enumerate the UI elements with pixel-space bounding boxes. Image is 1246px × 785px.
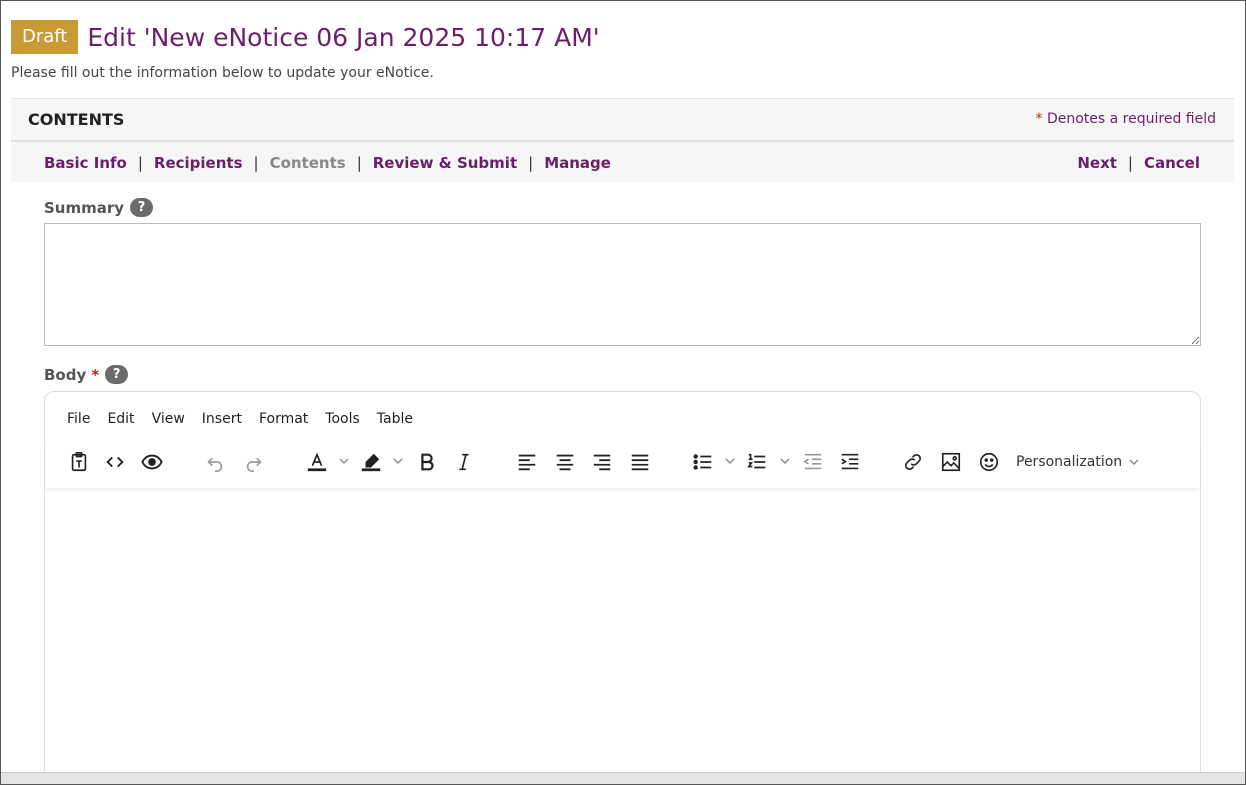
align-right-icon[interactable] <box>588 449 616 475</box>
preview-eye-icon[interactable] <box>138 449 166 475</box>
section-header: CONTENTS * Denotes a required field <box>11 99 1234 142</box>
redo-icon[interactable] <box>240 449 268 475</box>
body-label: Body * ? <box>44 365 129 384</box>
step-basic-info[interactable]: Basic Info <box>44 154 127 172</box>
step-navigation: Basic Info | Recipients | Contents | Rev… <box>44 154 611 172</box>
bullet-list-chevron-down-icon[interactable] <box>724 455 736 467</box>
next-button[interactable]: Next <box>1077 154 1117 172</box>
italic-icon[interactable] <box>450 449 478 475</box>
page-title: Edit 'New eNotice 06 Jan 2025 10:17 AM' <box>87 22 600 52</box>
outdent-icon[interactable] <box>799 449 827 475</box>
editor-menubar: File Edit View Insert Format Tools Table <box>67 411 430 427</box>
text-color-chevron-down-icon[interactable] <box>338 455 350 467</box>
align-left-icon[interactable] <box>513 449 541 475</box>
step-separator: | <box>528 154 534 172</box>
summary-label: Summary ? <box>44 198 154 217</box>
highlight-chevron-down-icon[interactable] <box>392 455 404 467</box>
paste-text-icon[interactable] <box>65 449 93 475</box>
text-color-icon[interactable] <box>303 449 331 475</box>
required-star: * <box>1035 111 1043 127</box>
personalization-dropdown[interactable]: Personalization <box>1016 454 1140 470</box>
form-actions: Next | Cancel <box>1077 154 1200 172</box>
link-icon[interactable] <box>899 449 927 475</box>
step-manage[interactable]: Manage <box>544 154 611 172</box>
body-required-star: * <box>91 365 100 384</box>
menu-format[interactable]: Format <box>259 411 308 427</box>
required-note-text: Denotes a required field <box>1046 111 1216 127</box>
summary-label-text: Summary <box>44 198 125 217</box>
horizontal-scrollbar[interactable] <box>1 772 1245 784</box>
body-label-text: Body <box>44 365 87 384</box>
body-help-icon[interactable]: ? <box>105 365 129 384</box>
summary-help-icon[interactable]: ? <box>130 198 154 217</box>
menu-tools[interactable]: Tools <box>325 411 360 427</box>
page-frame: Draft Edit 'New eNotice 06 Jan 2025 10:1… <box>0 0 1246 785</box>
align-justify-icon[interactable] <box>626 449 654 475</box>
menu-file[interactable]: File <box>67 411 90 427</box>
editor-toolbar: Personalization <box>45 442 1200 488</box>
menu-table[interactable]: Table <box>377 411 413 427</box>
section-title: CONTENTS <box>28 110 125 129</box>
status-badge: Draft <box>11 20 79 54</box>
step-review-submit[interactable]: Review & Submit <box>373 154 517 172</box>
required-field-note: * Denotes a required field <box>1036 111 1216 127</box>
undo-icon[interactable] <box>201 449 229 475</box>
summary-textarea[interactable] <box>44 223 1201 346</box>
cancel-button[interactable]: Cancel <box>1144 154 1200 172</box>
menu-edit[interactable]: Edit <box>107 411 134 427</box>
menu-insert[interactable]: Insert <box>202 411 242 427</box>
step-separator: | <box>253 154 259 172</box>
step-contents-current: Contents <box>269 154 346 172</box>
page-header: Draft Edit 'New eNotice 06 Jan 2025 10:1… <box>11 20 600 54</box>
step-separator: | <box>356 154 362 172</box>
page-subtitle: Please fill out the information below to… <box>11 65 434 81</box>
bullet-list-icon[interactable] <box>689 449 717 475</box>
editor-content-area[interactable] <box>46 492 1199 784</box>
rich-text-editor: File Edit View Insert Format Tools Table <box>44 391 1201 784</box>
action-separator: | <box>1127 154 1133 172</box>
bold-icon[interactable] <box>413 449 441 475</box>
contents-panel: CONTENTS * Denotes a required field Basi… <box>11 98 1234 182</box>
numbered-list-icon[interactable] <box>743 449 771 475</box>
chevron-down-icon <box>1129 459 1139 465</box>
emoji-icon[interactable] <box>975 449 1003 475</box>
align-center-icon[interactable] <box>551 449 579 475</box>
indent-icon[interactable] <box>836 449 864 475</box>
highlight-icon[interactable] <box>357 449 385 475</box>
numbered-list-chevron-down-icon[interactable] <box>779 455 791 467</box>
personalization-label: Personalization <box>1016 454 1123 470</box>
image-icon[interactable] <box>937 449 965 475</box>
menu-view[interactable]: View <box>152 411 185 427</box>
source-code-icon[interactable] <box>101 449 129 475</box>
step-separator: | <box>137 154 143 172</box>
step-recipients[interactable]: Recipients <box>154 154 243 172</box>
